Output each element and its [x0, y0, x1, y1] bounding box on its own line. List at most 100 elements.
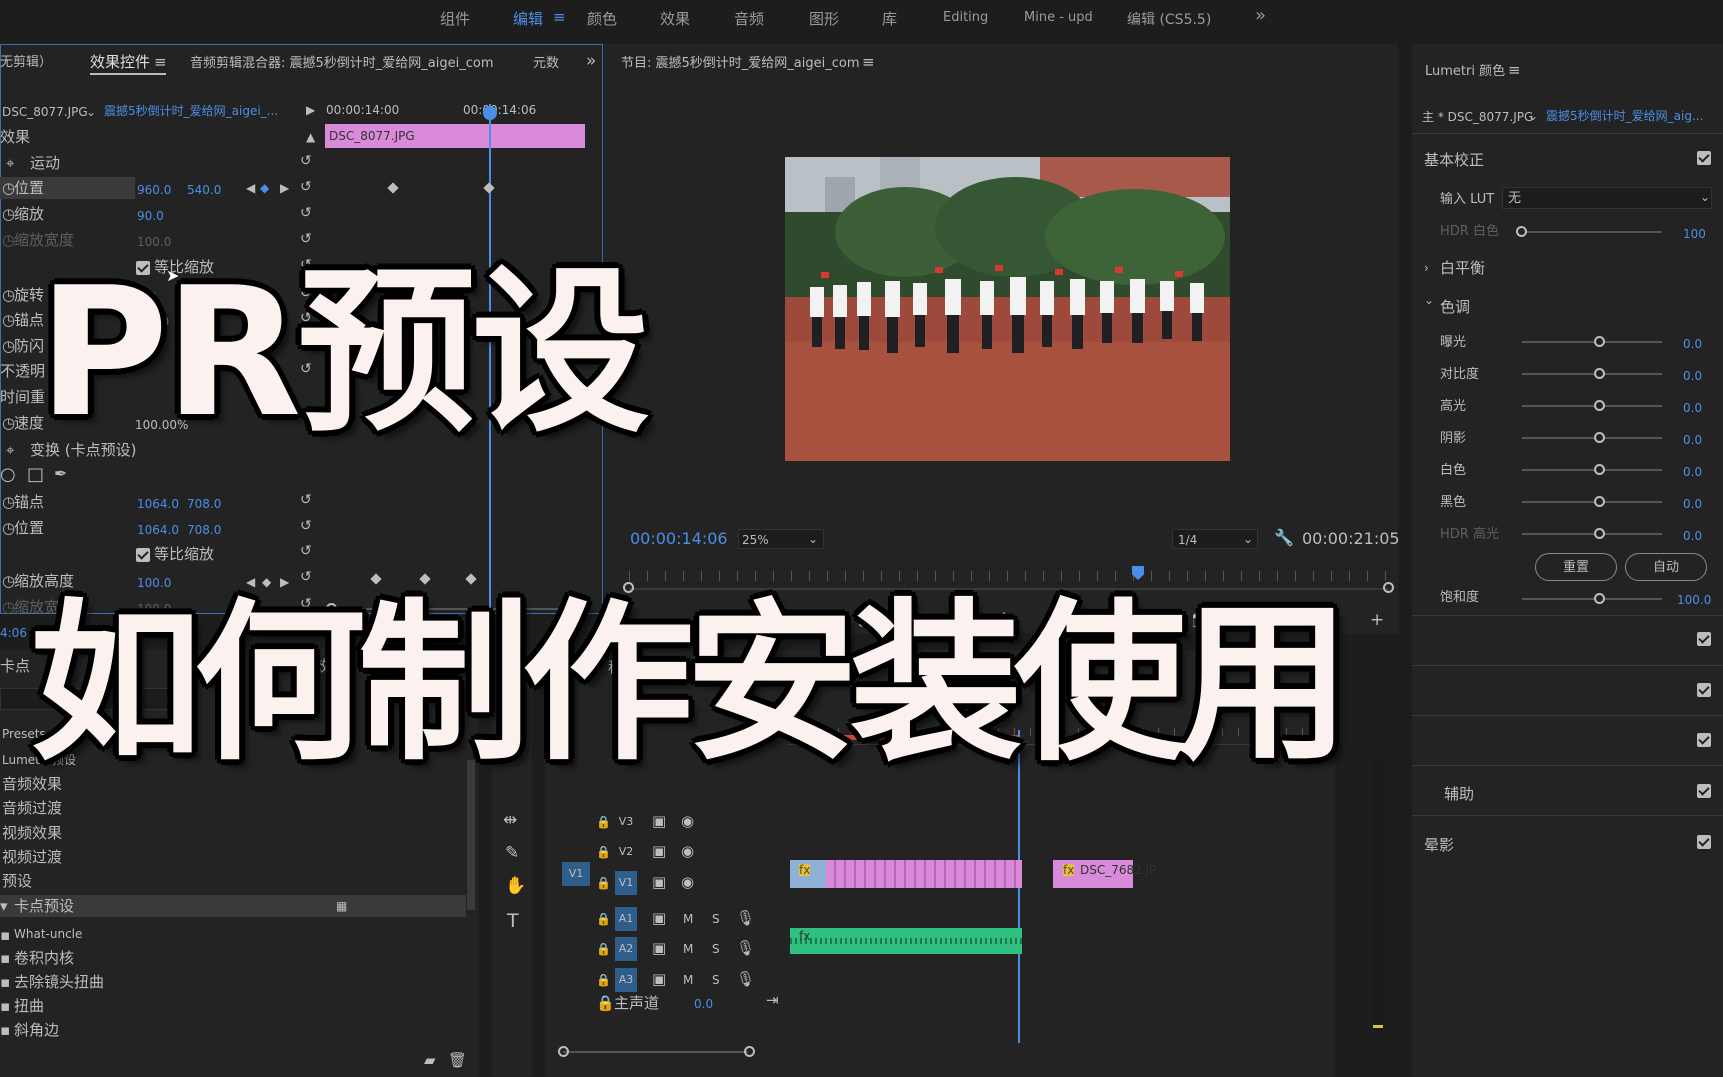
- preset-item[interactable]: 去除镜头扭曲: [14, 975, 104, 990]
- pen-mask-icon[interactable]: ✒: [54, 466, 67, 482]
- source-patch-v1[interactable]: V1: [562, 862, 590, 886]
- tab-metadata[interactable]: 元数: [533, 57, 559, 70]
- tone-slider-track[interactable]: [1522, 405, 1662, 407]
- microphone-icon[interactable]: 🎙: [736, 972, 755, 987]
- hdr-white-track[interactable]: [1522, 231, 1662, 233]
- chevron-down-icon[interactable]: ⌄: [86, 106, 96, 118]
- tone-slider-knob[interactable]: [1594, 336, 1605, 347]
- t-anchor-x[interactable]: 1064.0: [137, 498, 179, 510]
- track-target-v[interactable]: V2: [615, 840, 637, 864]
- tab-source[interactable]: 无剪辑）: [0, 56, 52, 69]
- track-target-a[interactable]: A2: [615, 937, 637, 961]
- eye-icon[interactable]: ◉: [681, 814, 694, 829]
- ec-playhead-handle[interactable]: [483, 106, 497, 120]
- preset-item[interactable]: 斜角边: [14, 1023, 59, 1038]
- basic-correction-header[interactable]: 基本校正: [1424, 153, 1484, 168]
- sync-lock-icon[interactable]: ▣: [652, 814, 666, 829]
- saturation-value[interactable]: 100.0: [1677, 594, 1711, 606]
- tone-slider-track[interactable]: [1522, 437, 1662, 439]
- reset-icon[interactable]: ↺: [300, 231, 312, 247]
- sync-lock-icon[interactable]: ▣: [652, 875, 666, 890]
- workspace-mine[interactable]: Mine - upd: [1024, 10, 1093, 25]
- program-video-frame[interactable]: [785, 157, 1230, 461]
- workspace-cs55[interactable]: 编辑 (CS5.5): [1127, 9, 1211, 29]
- trash-icon[interactable]: 🗑: [448, 1053, 467, 1068]
- panel-menu-icon[interactable]: ≡: [1508, 63, 1521, 78]
- lumetri-master-clip[interactable]: 主 * DSC_8077.JPG: [1422, 111, 1533, 123]
- workspace-color[interactable]: 颜色: [587, 8, 617, 29]
- tone-slider-value[interactable]: 0.0: [1683, 434, 1702, 446]
- tone-slider-value[interactable]: 0.0: [1683, 370, 1702, 382]
- mute-button[interactable]: M: [683, 974, 693, 986]
- master-clip-name[interactable]: DSC_8077.JPG: [2, 106, 88, 118]
- next-keyframe-icon[interactable]: ▶: [280, 182, 289, 194]
- tone-slider-knob[interactable]: [1594, 368, 1605, 379]
- solo-button[interactable]: S: [712, 943, 720, 955]
- reset-icon[interactable]: ↺: [300, 543, 312, 559]
- track-target-v[interactable]: V3: [615, 810, 637, 834]
- reset-icon[interactable]: ↺: [300, 518, 312, 534]
- workspace-more-icon[interactable]: »: [1255, 5, 1266, 26]
- chevron-down-icon[interactable]: ⌄: [1528, 110, 1538, 122]
- effects-list-item[interactable]: 预设: [2, 874, 32, 889]
- lumetri-seq-clip[interactable]: 震撼5秒倒计时_爱给网_aig...: [1546, 110, 1703, 122]
- workspace-graphics[interactable]: 图形: [809, 8, 839, 29]
- tone-slider-value[interactable]: 0.0: [1683, 498, 1702, 510]
- effects-list-item[interactable]: 视频效果: [2, 826, 62, 841]
- preset-item[interactable]: What-uncle: [14, 928, 82, 940]
- workspace-editing-custom[interactable]: Editing: [943, 10, 988, 25]
- color-wheels-checkbox[interactable]: [1697, 733, 1711, 747]
- add-button-icon[interactable]: +: [1370, 612, 1384, 629]
- position-x[interactable]: 960.0: [137, 184, 171, 196]
- program-ruler[interactable]: [629, 571, 1389, 581]
- hand-tool-icon[interactable]: ✋: [505, 878, 526, 895]
- creative-checkbox[interactable]: [1697, 632, 1711, 646]
- hdr-white-knob[interactable]: [1516, 226, 1527, 237]
- input-lut-select[interactable]: [1502, 187, 1712, 209]
- tab-menu-icon[interactable]: ≡: [154, 55, 167, 70]
- program-timecode[interactable]: 00:00:14:06: [630, 531, 728, 547]
- tone-slider-track[interactable]: [1522, 341, 1662, 343]
- reset-icon[interactable]: ↺: [300, 492, 312, 508]
- master-track-value[interactable]: 0.0: [694, 998, 713, 1010]
- effects-list-item[interactable]: 视频过渡: [2, 850, 62, 865]
- tab-effect-controls[interactable]: 效果控件: [90, 55, 150, 70]
- lock-icon[interactable]: 🔒: [596, 974, 611, 986]
- basic-correction-checkbox[interactable]: [1697, 151, 1711, 165]
- lumetri-title[interactable]: Lumetri 颜色: [1425, 65, 1505, 78]
- reset-icon[interactable]: ↺: [300, 153, 312, 169]
- t-position-y[interactable]: 708.0: [187, 524, 221, 536]
- add-keyframe-icon[interactable]: ◆: [260, 182, 269, 194]
- hdr-white-value[interactable]: 100: [1683, 228, 1706, 240]
- tone-slider-track[interactable]: [1522, 533, 1662, 535]
- panel-overflow-icon[interactable]: »: [586, 53, 596, 70]
- timeline-zoom-right[interactable]: [744, 1046, 755, 1057]
- sync-lock-icon[interactable]: ▣: [652, 941, 666, 956]
- reset-icon[interactable]: ↺: [300, 205, 312, 221]
- track-target-a[interactable]: A1: [615, 907, 637, 931]
- track-target-v[interactable]: V1: [615, 871, 637, 895]
- tone-slider-knob[interactable]: [1594, 496, 1605, 507]
- chevron-down-icon[interactable]: ⌄: [1424, 294, 1434, 306]
- saturation-knob[interactable]: [1594, 593, 1605, 604]
- tone-slider-knob[interactable]: [1594, 432, 1605, 443]
- t-uniform-scale-checkbox[interactable]: [136, 548, 150, 562]
- panel-menu-icon[interactable]: ≡: [862, 55, 875, 70]
- type-tool-icon[interactable]: T: [507, 912, 519, 931]
- tone-slider-value[interactable]: 0.0: [1683, 466, 1702, 478]
- workspace-assembly[interactable]: 组件: [440, 8, 470, 29]
- workspace-editing[interactable]: 编辑: [513, 8, 543, 29]
- hsl-secondary-checkbox[interactable]: [1697, 784, 1711, 798]
- sequence-clip-name[interactable]: 震撼5秒倒计时_爱给网_aigei_...: [104, 105, 278, 117]
- tone-slider-value[interactable]: 0.0: [1683, 402, 1702, 414]
- tone-slider-knob[interactable]: [1594, 528, 1605, 539]
- ellipse-mask-icon[interactable]: ○: [0, 466, 16, 484]
- workspace-libraries[interactable]: 库: [882, 8, 897, 29]
- program-title[interactable]: 节目: 震撼5秒倒计时_爱给网_aigei_com: [621, 57, 860, 70]
- track-target-a[interactable]: A3: [615, 968, 637, 992]
- tone-slider-track[interactable]: [1522, 373, 1662, 375]
- program-zoom-handle-right[interactable]: [1383, 582, 1394, 593]
- scale-value[interactable]: 90.0: [137, 210, 164, 222]
- eye-icon[interactable]: ◉: [681, 875, 694, 890]
- tone-slider-track[interactable]: [1522, 469, 1662, 471]
